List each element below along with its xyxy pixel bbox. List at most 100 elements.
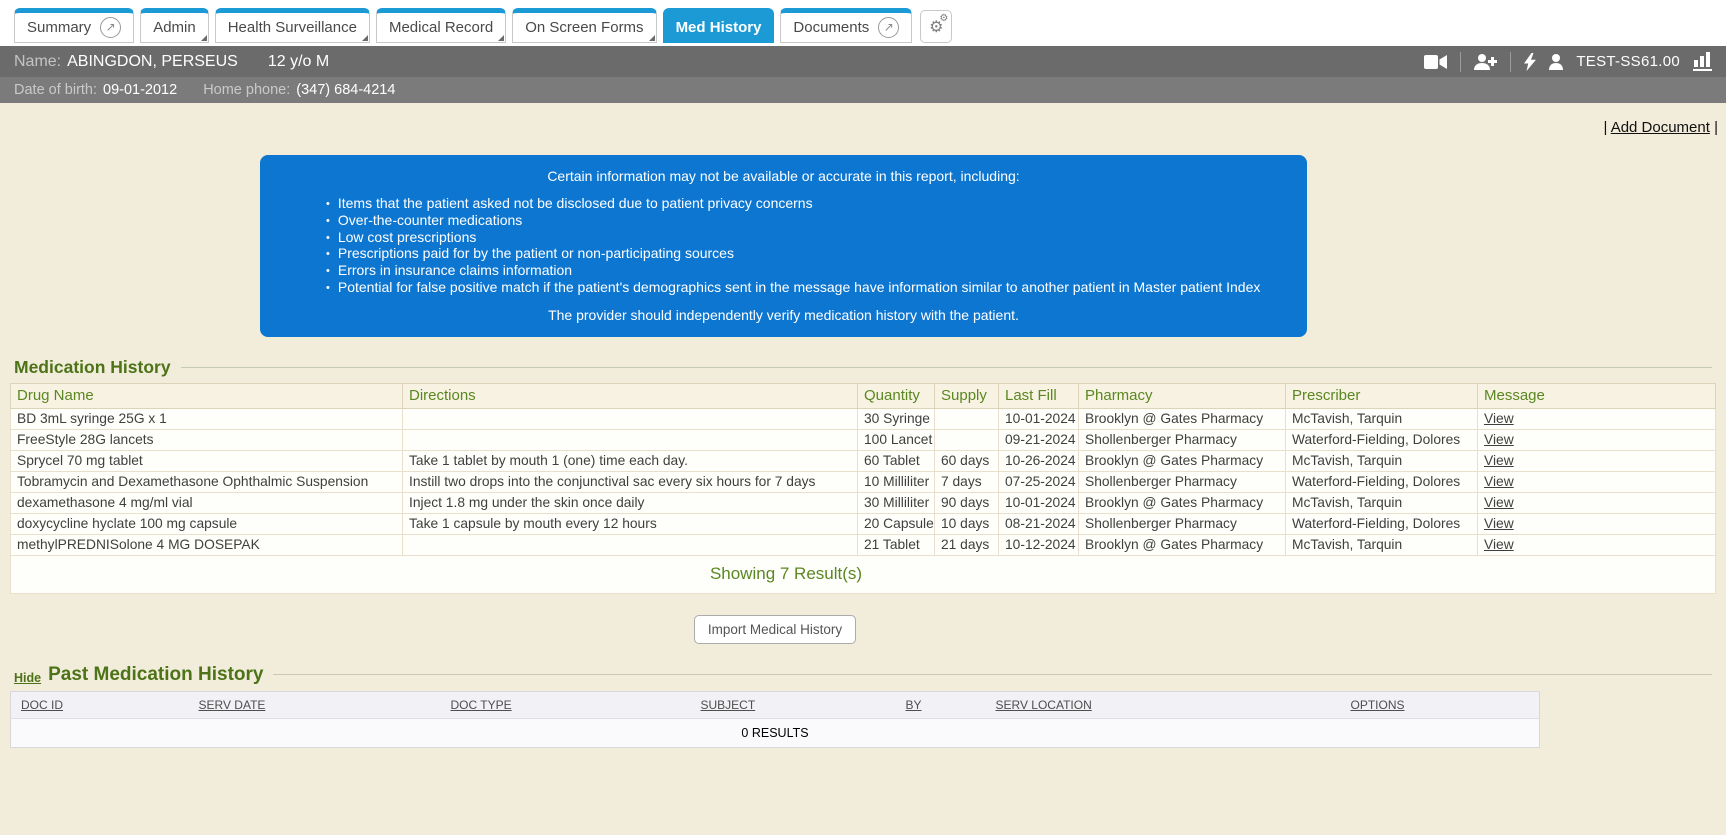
lightning-icon[interactable] [1524,53,1536,71]
past-medication-history-header: Hide Past Medication History [14,664,1712,686]
column-header[interactable]: BY [896,691,986,718]
quantity-cell: 100 Lancet [858,429,935,450]
add-document-link[interactable]: Add Document [1611,119,1710,136]
video-camera-icon[interactable] [1424,55,1447,69]
table-row: doxycycline hyclate 100 mg capsule Take … [11,513,1716,534]
divider [1460,52,1461,72]
column-header[interactable]: Quantity [858,383,935,408]
tab-label: Med History [676,19,762,36]
view-message-link[interactable]: View [1484,411,1514,426]
view-message-link[interactable]: View [1484,453,1514,468]
table-row: dexamethasone 4 mg/ml vial Inject 1.8 mg… [11,492,1716,513]
hide-link[interactable]: Hide [14,671,41,685]
view-message-link[interactable]: View [1484,537,1514,552]
pharmacy-cell: Shollenberger Pharmacy [1079,513,1286,534]
notice-title: Certain information may not be available… [282,168,1285,184]
message-cell: View [1478,450,1716,471]
table-row: FreeStyle 28G lancets 100 Lancet 09-21-2… [11,429,1716,450]
last-fill-cell: 10-01-2024 [999,408,1079,429]
column-header[interactable]: SUBJECT [691,691,896,718]
pharmacy-cell: Brooklyn @ Gates Pharmacy [1079,450,1286,471]
message-cell: View [1478,408,1716,429]
view-message-link[interactable]: View [1484,495,1514,510]
supply-cell: 10 days [935,513,999,534]
tab[interactable]: On Screen Forms ↗ [512,8,656,43]
quantity-cell: 20 Capsule [858,513,935,534]
import-medical-history-button[interactable]: Import Medical History [694,615,856,644]
tab[interactable]: Health Surveillance ↗ [215,8,370,43]
patient-dob: 09-01-2012 [103,82,177,98]
section-title: Medication History [14,357,171,378]
view-message-link[interactable]: View [1484,516,1514,531]
view-message-link[interactable]: View [1484,474,1514,489]
pharmacy-cell: Shollenberger Pharmacy [1079,471,1286,492]
pharmacy-cell: Brooklyn @ Gates Pharmacy [1079,534,1286,555]
notice-bullet: Errors in insurance claims information [326,263,1285,280]
prescriber-cell: Waterford-Fielding, Dolores [1286,429,1478,450]
disclaimer-notice: Certain information may not be available… [260,155,1307,337]
tab[interactable]: Med History ↗ [663,8,775,43]
directions-cell: Take 1 tablet by mouth 1 (one) time each… [403,450,858,471]
prescriber-cell: McTavish, Tarquin [1286,492,1478,513]
message-cell: View [1478,471,1716,492]
tab[interactable]: Admin ↗ [140,8,209,43]
column-header[interactable]: Supply [935,383,999,408]
divider [181,367,1712,368]
column-header[interactable]: DOC TYPE [441,691,691,718]
quantity-cell: 10 Milliliter [858,471,935,492]
directions-cell [403,408,858,429]
open-in-new-icon[interactable]: ↗ [100,17,121,38]
drug-name-cell: FreeStyle 28G lancets [11,429,403,450]
open-in-new-icon[interactable]: ↗ [878,17,899,38]
add-person-icon[interactable] [1474,54,1497,70]
column-header[interactable]: Message [1478,383,1716,408]
last-fill-cell: 09-21-2024 [999,429,1079,450]
bar-chart-icon[interactable] [1693,52,1712,71]
quantity-cell: 30 Milliliter [858,492,935,513]
last-fill-cell: 10-01-2024 [999,492,1079,513]
column-header[interactable]: Drug Name [11,383,403,408]
column-header[interactable]: OPTIONS [1341,691,1540,718]
column-header[interactable]: Last Fill [999,383,1079,408]
column-header[interactable]: SERV LOCATION [986,691,1341,718]
tab[interactable]: Summary ↗ [14,8,134,43]
notice-bullet: Potential for false positive match if th… [326,280,1285,297]
directions-cell [403,534,858,555]
supply-cell: 60 days [935,450,999,471]
supply-cell: 21 days [935,534,999,555]
prescriber-cell: McTavish, Tarquin [1286,450,1478,471]
table-row: 0 RESULTS [11,718,1540,747]
tab[interactable]: Documents ↗ [780,8,912,43]
tab-label: Documents [793,19,869,36]
phone-label: Home phone: [203,82,290,98]
settings-gears-icon[interactable]: ⚙⚙ [920,10,952,43]
add-document-row: | Add Document | [0,103,1726,136]
notice-footer: The provider should independently verify… [282,307,1285,323]
message-cell: View [1478,513,1716,534]
tab-label: Health Surveillance [228,19,357,36]
tab-label: On Screen Forms [525,19,643,36]
table-row: Tobramycin and Dexamethasone Ophthalmic … [11,471,1716,492]
column-header[interactable]: Prescriber [1286,383,1478,408]
quantity-cell: 30 Syringe [858,408,935,429]
table-row: methylPREDNISolone 4 MG DOSEPAK 21 Table… [11,534,1716,555]
column-header[interactable]: Directions [403,383,858,408]
medication-history-table: Drug NameDirectionsQuantitySupplyLast Fi… [10,383,1716,594]
directions-cell [403,429,858,450]
tab[interactable]: Medical Record ↗ [376,8,506,43]
pharmacy-cell: Brooklyn @ Gates Pharmacy [1079,492,1286,513]
dob-label: Date of birth: [14,82,97,98]
tab-label: Admin [153,19,196,36]
supply-cell: 7 days [935,471,999,492]
notice-bullet: Prescriptions paid for by the patient or… [326,246,1285,263]
supply-cell [935,429,999,450]
view-message-link[interactable]: View [1484,432,1514,447]
message-cell: View [1478,429,1716,450]
column-header[interactable]: SERV DATE [189,691,441,718]
quantity-cell: 21 Tablet [858,534,935,555]
column-header[interactable]: DOC ID [11,691,189,718]
prescriber-cell: McTavish, Tarquin [1286,408,1478,429]
last-fill-cell: 10-12-2024 [999,534,1079,555]
person-icon[interactable] [1549,54,1563,70]
column-header[interactable]: Pharmacy [1079,383,1286,408]
